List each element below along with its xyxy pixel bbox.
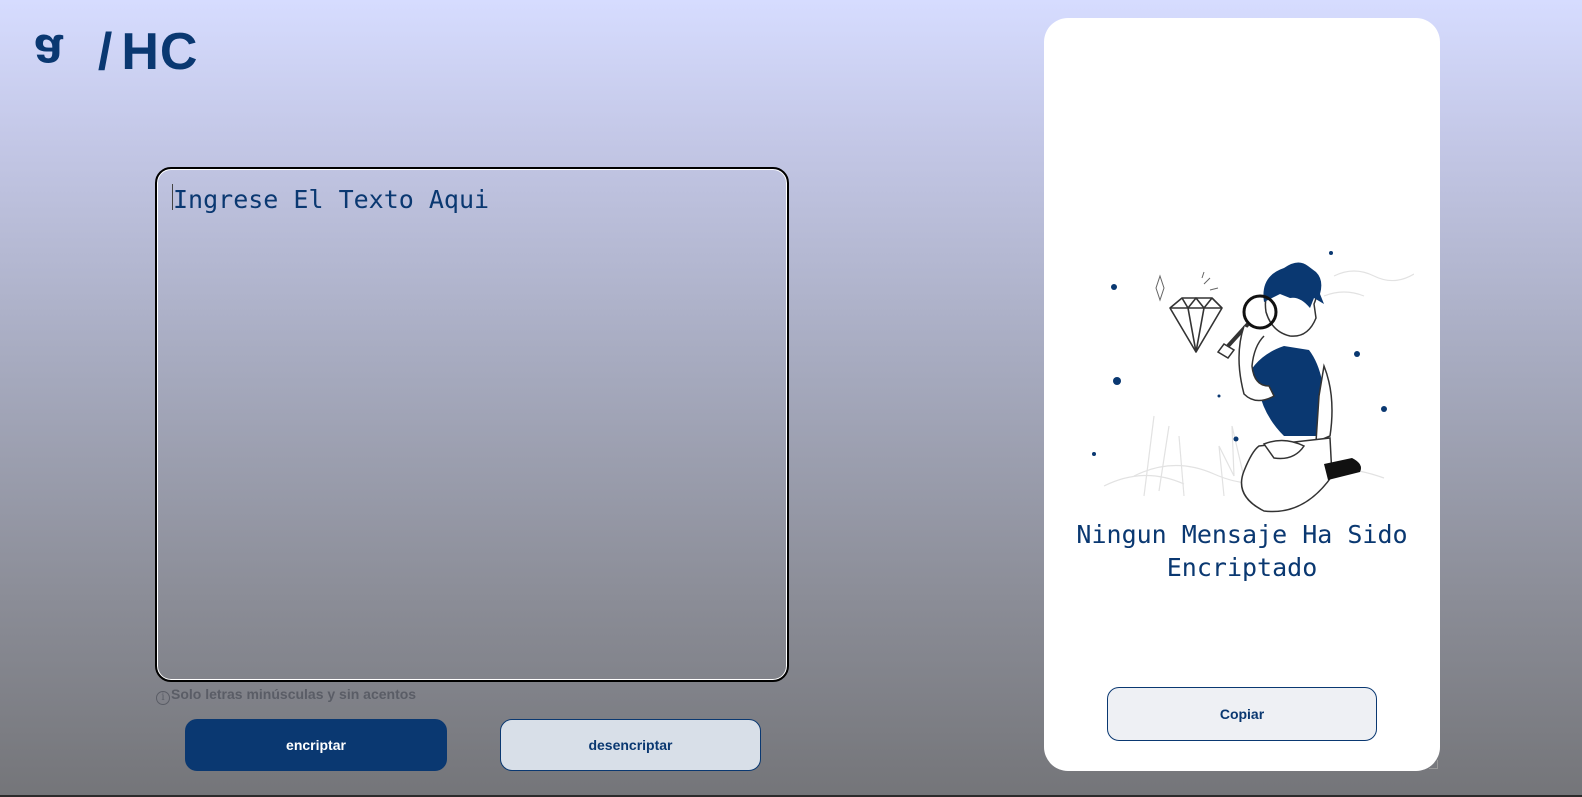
info-icon: i — [156, 691, 170, 705]
text-cursor — [172, 184, 173, 210]
encrypt-button[interactable]: encriptar — [185, 719, 447, 771]
output-panel: Ningun Mensaje Ha Sido Encriptado Copiar — [1044, 18, 1440, 771]
diamond — [1169, 297, 1223, 353]
input-text-container — [155, 167, 789, 682]
input-hint: i Solo letras minúsculas y sin acentos — [156, 686, 416, 705]
person-with-magnifying-glass-illustration — [1092, 251, 1414, 513]
no-message-text: Ningun Mensaje Ha Sido Encriptado — [1076, 520, 1408, 582]
input-text-area[interactable] — [157, 169, 787, 680]
logo-mark: a — [34, 23, 64, 81]
logo-slash: / — [97, 23, 114, 81]
app-logo: a / HC — [34, 23, 199, 81]
resize-grip[interactable] — [1429, 760, 1438, 769]
decrypt-button[interactable]: desencriptar — [500, 719, 761, 771]
sparkle — [1155, 271, 1219, 302]
hint-text: Solo letras minúsculas y sin acentos — [171, 686, 417, 702]
logo-initials: HC — [121, 23, 199, 81]
person — [1216, 262, 1361, 513]
copy-button[interactable]: Copiar — [1107, 687, 1377, 741]
